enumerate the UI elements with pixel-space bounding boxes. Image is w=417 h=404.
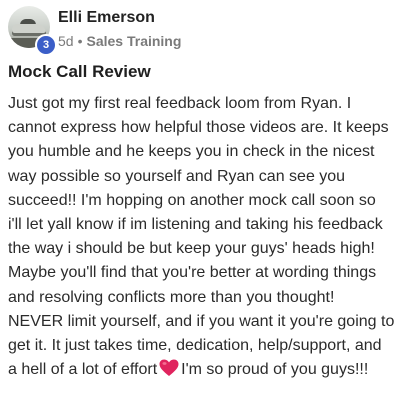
body-last-before-emoji: a hell of a lot of effort	[8, 361, 158, 379]
body-last-after-emoji: I'm so proud of you guys!!!	[181, 361, 369, 379]
red-heart-icon	[159, 359, 179, 385]
post-body: Just got my first real feedback loom fro…	[8, 92, 414, 385]
body-line: succeed!! I'm hopping on another mock ca…	[8, 191, 376, 209]
body-line: get it. It just takes time, dedication, …	[8, 337, 382, 355]
body-line: way possible so yourself and Ryan can se…	[8, 167, 346, 185]
body-line: Just got my first real feedback loom fro…	[8, 95, 352, 112]
body-line: Maybe you'll find that you're better at …	[8, 264, 377, 282]
post-time[interactable]: 5d	[58, 33, 74, 49]
post-header: 3 Elli Emerson 5d • Sales Training	[8, 6, 408, 56]
post-card: 3 Elli Emerson 5d • Sales Training Mock Ca…	[0, 0, 417, 404]
body-line: the way i should be but keep your guys' …	[8, 240, 375, 258]
post-title[interactable]: Mock Call Review	[8, 62, 151, 82]
post-meta: 5d • Sales Training	[58, 33, 181, 49]
body-line: cannot express how helpful those videos …	[8, 119, 389, 137]
body-line: you humble and he keeps you in check in …	[8, 143, 375, 161]
author-name[interactable]: Elli Emerson	[58, 9, 155, 27]
body-line-last: a hell of a lot of effort I'm so proud of…	[8, 358, 414, 385]
body-line: i'll let yall know if im listening and t…	[8, 216, 383, 234]
post-category[interactable]: Sales Training	[86, 33, 181, 49]
body-line: NEVER limit yourself, and if you want it…	[8, 312, 395, 330]
body-line: and resolving conflicts more than you th…	[8, 288, 335, 306]
level-badge: 3	[35, 34, 57, 56]
meta-separator: •	[77, 33, 83, 49]
